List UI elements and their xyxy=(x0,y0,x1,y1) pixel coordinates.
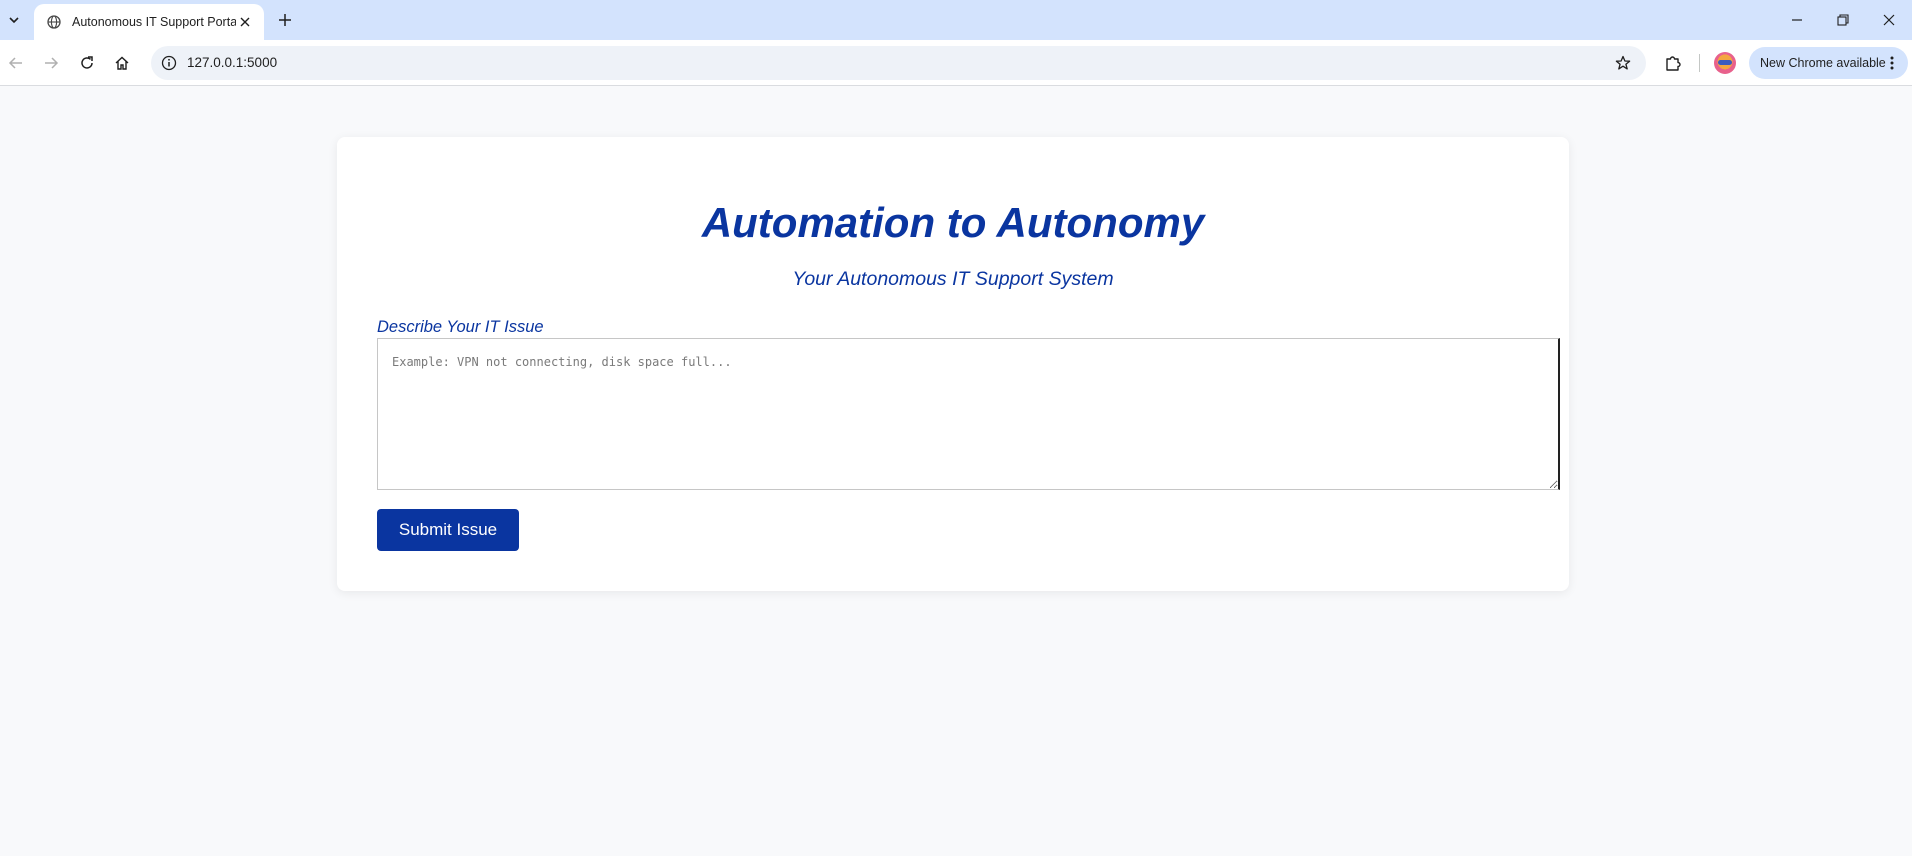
page-title: Automation to Autonomy xyxy=(701,199,1205,246)
tab-search-icon[interactable] xyxy=(2,8,26,32)
browser-tab[interactable]: Autonomous IT Support Portal xyxy=(34,4,264,40)
url-text: 127.0.0.1:5000 xyxy=(187,55,278,70)
chrome-update-button[interactable]: New Chrome available xyxy=(1749,47,1908,79)
home-icon[interactable] xyxy=(108,49,136,77)
avatar[interactable] xyxy=(1714,52,1736,74)
info-icon[interactable] xyxy=(157,51,181,75)
browser-toolbar: 127.0.0.1:5000 New Chrome available xyxy=(0,40,1912,86)
restore-icon[interactable] xyxy=(1820,0,1866,40)
page-subtitle: Your Autonomous IT Support System xyxy=(792,268,1114,290)
plus-icon[interactable] xyxy=(273,8,297,32)
minimize-icon[interactable] xyxy=(1774,0,1820,40)
toolbar-divider xyxy=(1699,54,1700,72)
reload-icon[interactable] xyxy=(73,49,101,77)
issue-label: Describe Your IT Issue xyxy=(377,318,544,336)
support-card: Automation to Autonomy Your Autonomous I… xyxy=(337,137,1569,591)
tab-strip: Autonomous IT Support Portal xyxy=(0,0,1912,40)
forward-arrow-icon[interactable] xyxy=(37,49,65,77)
tab-title: Autonomous IT Support Portal xyxy=(72,15,236,29)
address-bar[interactable]: 127.0.0.1:5000 xyxy=(151,46,1646,80)
issue-description-input[interactable] xyxy=(377,338,1560,490)
more-vert-icon[interactable] xyxy=(1884,55,1900,71)
update-label: New Chrome available xyxy=(1760,56,1886,70)
close-icon[interactable] xyxy=(236,13,254,31)
star-icon[interactable] xyxy=(1612,52,1634,74)
close-icon[interactable] xyxy=(1866,0,1912,40)
back-arrow-icon[interactable] xyxy=(2,49,30,77)
globe-icon xyxy=(46,14,62,30)
submit-issue-button[interactable]: Submit Issue xyxy=(377,509,519,551)
extensions-icon[interactable] xyxy=(1659,49,1687,77)
